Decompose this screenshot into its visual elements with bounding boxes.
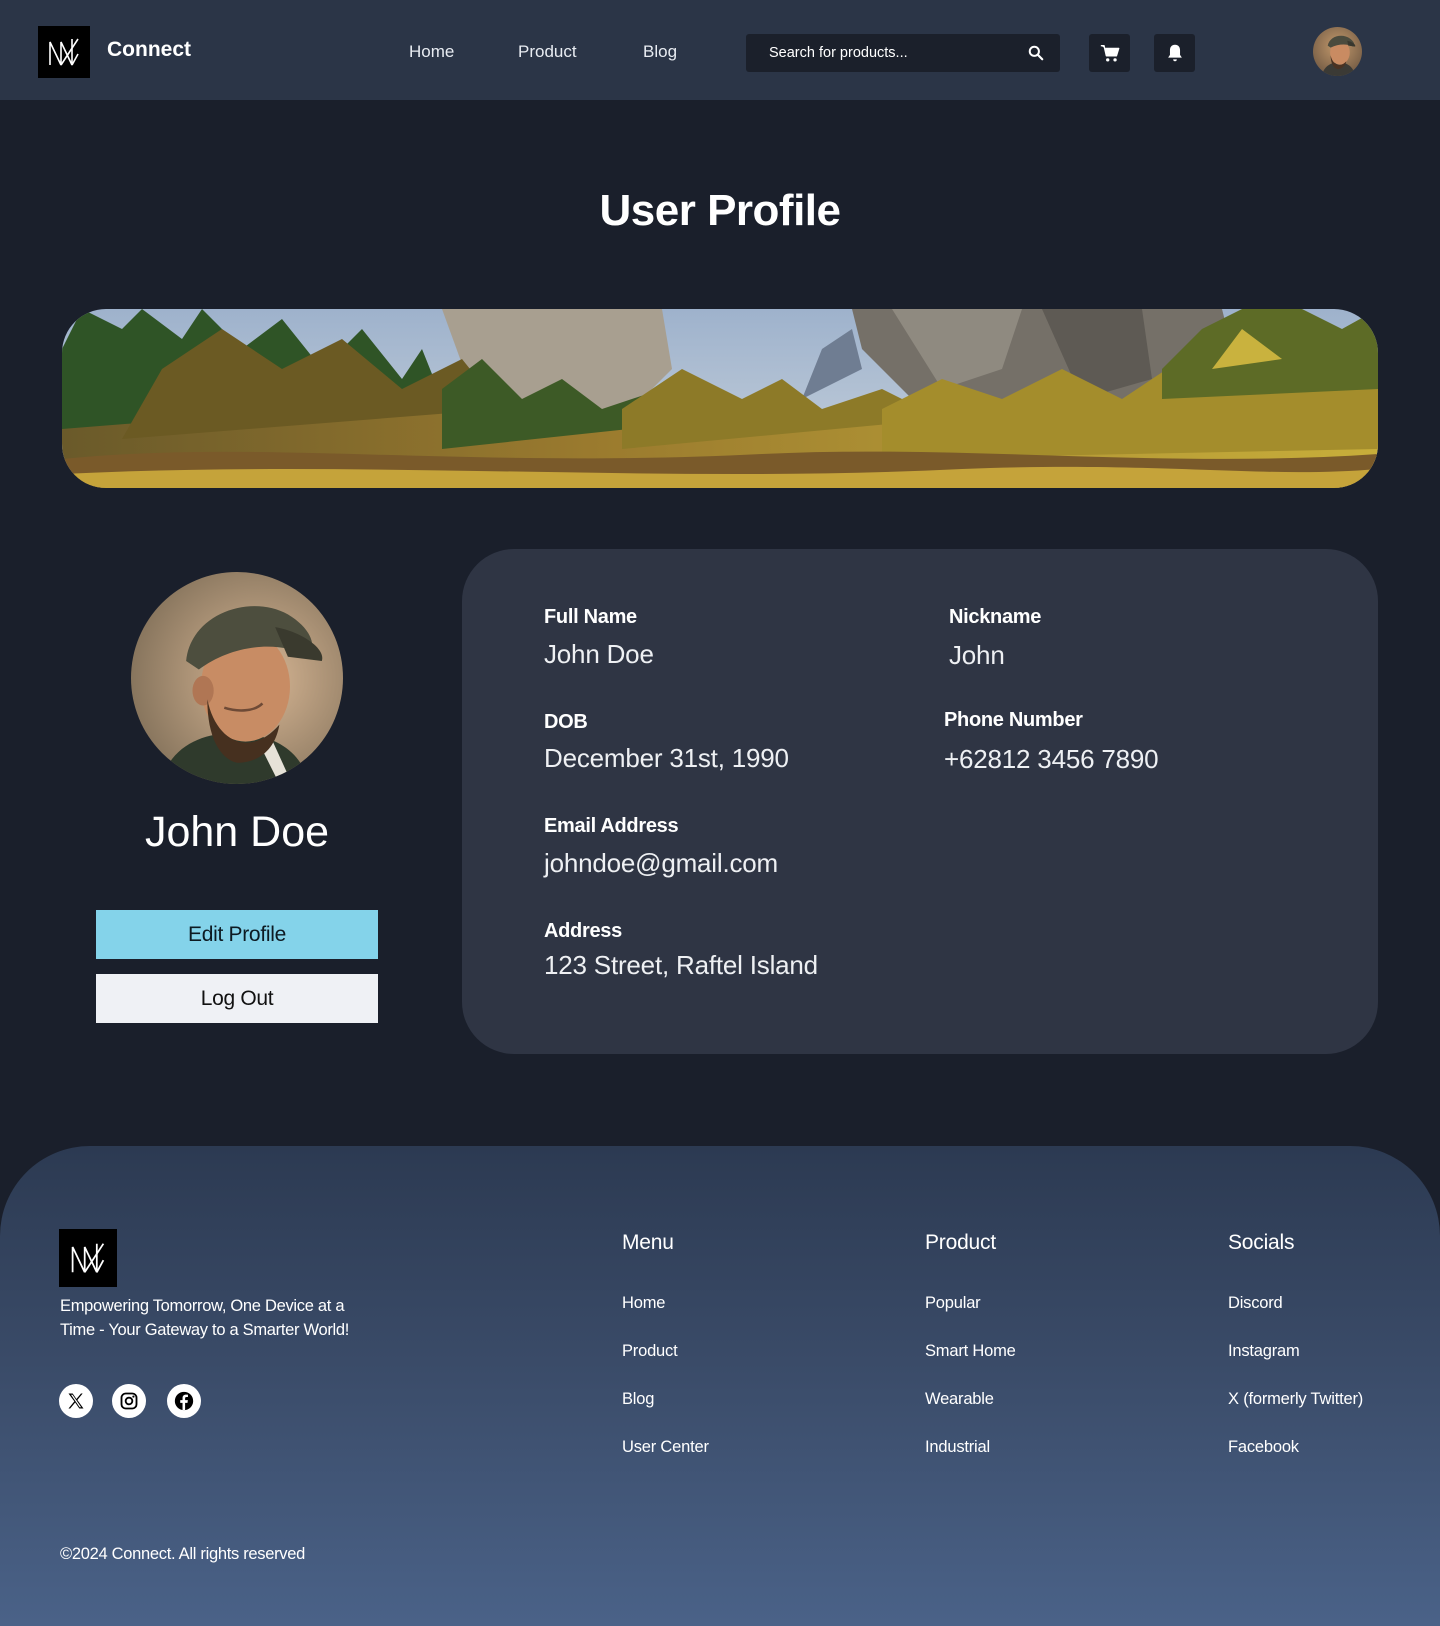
footer-link-wearable[interactable]: Wearable	[925, 1390, 994, 1409]
cart-button[interactable]	[1089, 34, 1130, 72]
footer-link-user-center[interactable]: User Center	[622, 1438, 709, 1457]
email-label: Email Address	[544, 815, 679, 837]
search-icon[interactable]	[1026, 43, 1046, 63]
footer-tagline: Empowering Tomorrow, One Device at a Tim…	[60, 1297, 350, 1339]
nav-home-link[interactable]: Home	[409, 42, 454, 62]
email-value: johndoe@gmail.com	[544, 848, 779, 878]
address-value: 123 Street, Raftel Island	[544, 950, 818, 980]
x-social-button[interactable]	[59, 1384, 93, 1418]
top-navbar: Connect Home Product Blog	[0, 0, 1440, 100]
profile-name: John Doe	[144, 808, 330, 856]
phone-number-value: +62812 3456 7890	[944, 744, 1159, 774]
search-input[interactable]	[746, 34, 1060, 72]
footer-link-x[interactable]: X (formerly Twitter)	[1228, 1390, 1363, 1409]
footer-product-title: Product	[925, 1231, 996, 1254]
full-name-label: Full Name	[544, 606, 637, 628]
footer-link-facebook[interactable]: Facebook	[1228, 1438, 1299, 1457]
brand-logo-icon[interactable]	[38, 26, 90, 78]
address-label: Address	[544, 920, 622, 942]
footer-menu-title: Menu	[622, 1231, 674, 1254]
profile-cover-banner	[62, 309, 1378, 488]
instagram-social-button[interactable]	[112, 1384, 146, 1418]
dob-label: DOB	[544, 711, 588, 733]
footer-link-discord[interactable]: Discord	[1228, 1294, 1283, 1313]
search-bar	[746, 34, 1060, 72]
footer-link-product[interactable]: Product	[622, 1342, 678, 1361]
cart-icon	[1100, 44, 1119, 62]
user-avatar[interactable]	[1313, 27, 1362, 76]
footer-link-smart-home[interactable]: Smart Home	[925, 1342, 1016, 1361]
footer-link-industrial[interactable]: Industrial	[925, 1438, 990, 1457]
copyright-text: ©2024 Connect. All rights reserved	[60, 1545, 306, 1563]
edit-profile-button[interactable]: Edit Profile	[96, 910, 378, 959]
nav-product-link[interactable]: Product	[518, 42, 577, 62]
nickname-label: Nickname	[949, 606, 1042, 628]
footer-link-popular[interactable]: Popular	[925, 1294, 981, 1313]
footer: Empowering Tomorrow, One Device at a Tim…	[0, 1146, 1440, 1626]
footer-link-instagram[interactable]: Instagram	[1228, 1342, 1300, 1361]
log-out-button[interactable]: Log Out	[96, 974, 378, 1023]
footer-link-home[interactable]: Home	[622, 1294, 665, 1313]
facebook-icon	[174, 1391, 194, 1411]
phone-number-label: Phone Number	[944, 709, 1083, 731]
nickname-value: John	[949, 640, 1005, 670]
facebook-social-button[interactable]	[167, 1384, 201, 1418]
footer-logo-icon[interactable]	[59, 1229, 117, 1287]
notifications-button[interactable]	[1154, 34, 1195, 72]
dob-value: December 31st, 1990	[544, 743, 789, 773]
profile-avatar	[131, 572, 343, 784]
full-name-value: John Doe	[544, 639, 654, 669]
nav-blog-link[interactable]: Blog	[643, 42, 677, 62]
brand-name[interactable]: Connect	[107, 38, 191, 62]
footer-link-blog[interactable]: Blog	[622, 1390, 654, 1409]
page-title: User Profile	[599, 186, 841, 235]
footer-socials-title: Socials	[1228, 1231, 1295, 1254]
instagram-icon	[120, 1392, 138, 1410]
x-icon	[68, 1393, 84, 1409]
profile-info-card: Full Name John Doe Nickname John DOB Dec…	[462, 549, 1378, 1054]
bell-icon	[1167, 44, 1182, 62]
